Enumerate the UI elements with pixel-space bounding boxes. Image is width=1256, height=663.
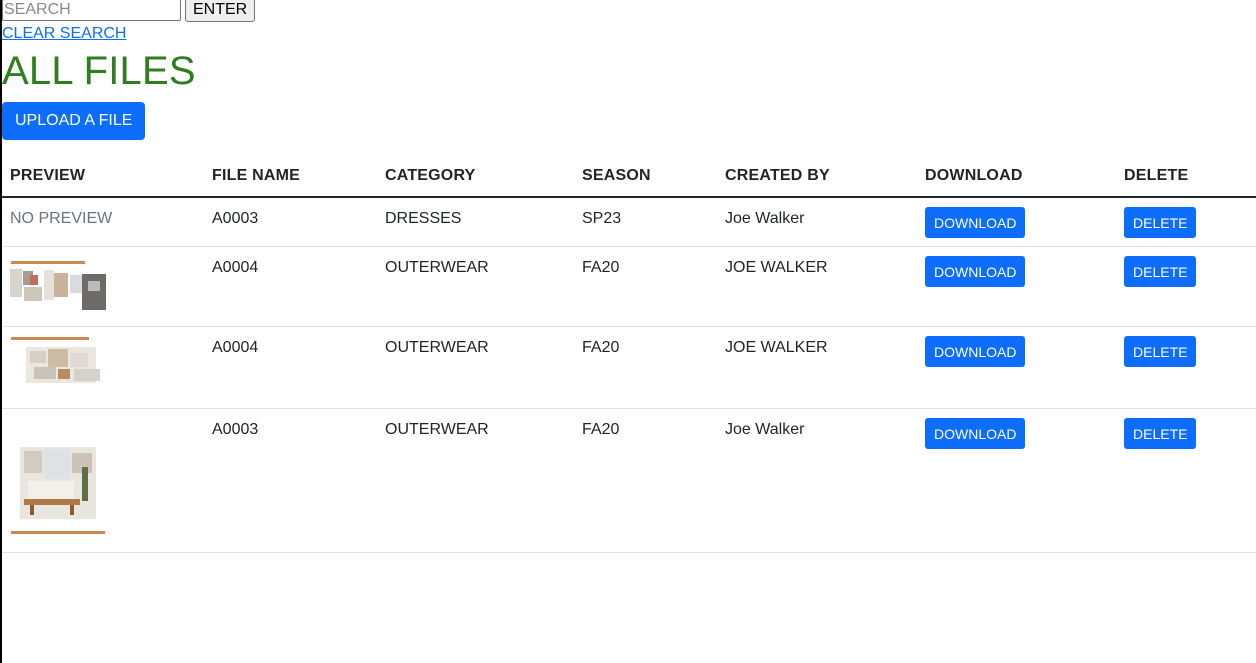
header-season: SEASON xyxy=(574,157,717,198)
files-table: PREVIEW FILE NAME CATEGORY SEASON CREATE… xyxy=(2,157,1256,553)
delete-button[interactable]: DELETE xyxy=(1124,207,1197,238)
file-name-cell: A0004 xyxy=(204,326,377,409)
delete-cell: DELETE xyxy=(1116,326,1256,409)
file-thumbnail[interactable] xyxy=(10,337,110,389)
search-bar: ENTER xyxy=(2,0,1256,22)
season-cell: FA20 xyxy=(574,326,717,409)
season-cell: SP23 xyxy=(574,197,717,247)
header-preview: PREVIEW xyxy=(2,157,204,198)
download-button[interactable]: DOWNLOAD xyxy=(925,256,1026,287)
category-cell: OUTERWEAR xyxy=(377,326,574,409)
header-category: CATEGORY xyxy=(377,157,574,198)
header-download: DOWNLOAD xyxy=(917,157,1116,198)
created-by-cell: Joe Walker xyxy=(717,408,917,553)
file-name-cell: A0003 xyxy=(204,197,377,247)
download-cell: DOWNLOAD xyxy=(917,408,1116,553)
season-cell: FA20 xyxy=(574,408,717,553)
table-row: A0003 OUTERWEAR FA20 Joe Walker DOWNLOAD… xyxy=(2,408,1256,553)
delete-cell: DELETE xyxy=(1116,408,1256,553)
download-cell: DOWNLOAD xyxy=(917,326,1116,409)
preview-cell xyxy=(2,246,204,327)
download-cell: DOWNLOAD xyxy=(917,246,1116,327)
delete-cell: DELETE xyxy=(1116,197,1256,247)
delete-button[interactable]: DELETE xyxy=(1124,418,1197,449)
preview-cell: NO PREVIEW xyxy=(2,197,204,247)
category-cell: OUTERWEAR xyxy=(377,408,574,553)
delete-button[interactable]: DELETE xyxy=(1124,336,1197,367)
file-name-cell: A0003 xyxy=(204,408,377,553)
table-row: NO PREVIEW A0003 DRESSES SP23 Joe Walker… xyxy=(2,197,1256,247)
header-file-name: FILE NAME xyxy=(204,157,377,198)
download-button[interactable]: DOWNLOAD xyxy=(925,418,1026,449)
table-row: A0004 OUTERWEAR FA20 JOE WALKER DOWNLOAD… xyxy=(2,246,1256,327)
clear-search-link[interactable]: CLEAR SEARCH xyxy=(2,24,126,44)
delete-button[interactable]: DELETE xyxy=(1124,256,1197,287)
header-created-by: CREATED BY xyxy=(717,157,917,198)
upload-file-button[interactable]: UPLOAD A FILE xyxy=(2,102,146,140)
search-input[interactable] xyxy=(2,0,181,21)
download-cell: DOWNLOAD xyxy=(917,197,1116,247)
preview-cell xyxy=(2,326,204,409)
delete-cell: DELETE xyxy=(1116,246,1256,327)
created-by-cell: JOE WALKER xyxy=(717,326,917,409)
table-header-row: PREVIEW FILE NAME CATEGORY SEASON CREATE… xyxy=(2,157,1256,198)
file-name-cell: A0004 xyxy=(204,246,377,327)
created-by-cell: JOE WALKER xyxy=(717,246,917,327)
season-cell: FA20 xyxy=(574,246,717,327)
download-button[interactable]: DOWNLOAD xyxy=(925,336,1026,367)
created-by-cell: Joe Walker xyxy=(717,197,917,247)
header-delete: DELETE xyxy=(1116,157,1256,198)
page-container: ENTER CLEAR SEARCH ALL FILES UPLOAD A FI… xyxy=(2,0,1256,553)
category-cell: DRESSES xyxy=(377,197,574,247)
enter-button[interactable]: ENTER xyxy=(185,0,256,22)
file-thumbnail[interactable] xyxy=(10,439,110,539)
category-cell: OUTERWEAR xyxy=(377,246,574,327)
preview-cell xyxy=(2,408,204,553)
table-row: A0004 OUTERWEAR FA20 JOE WALKER DOWNLOAD… xyxy=(2,326,1256,409)
file-thumbnail[interactable] xyxy=(10,261,110,310)
download-button[interactable]: DOWNLOAD xyxy=(925,207,1026,238)
no-preview-text: NO PREVIEW xyxy=(10,210,113,227)
page-title: ALL FILES xyxy=(2,49,196,93)
